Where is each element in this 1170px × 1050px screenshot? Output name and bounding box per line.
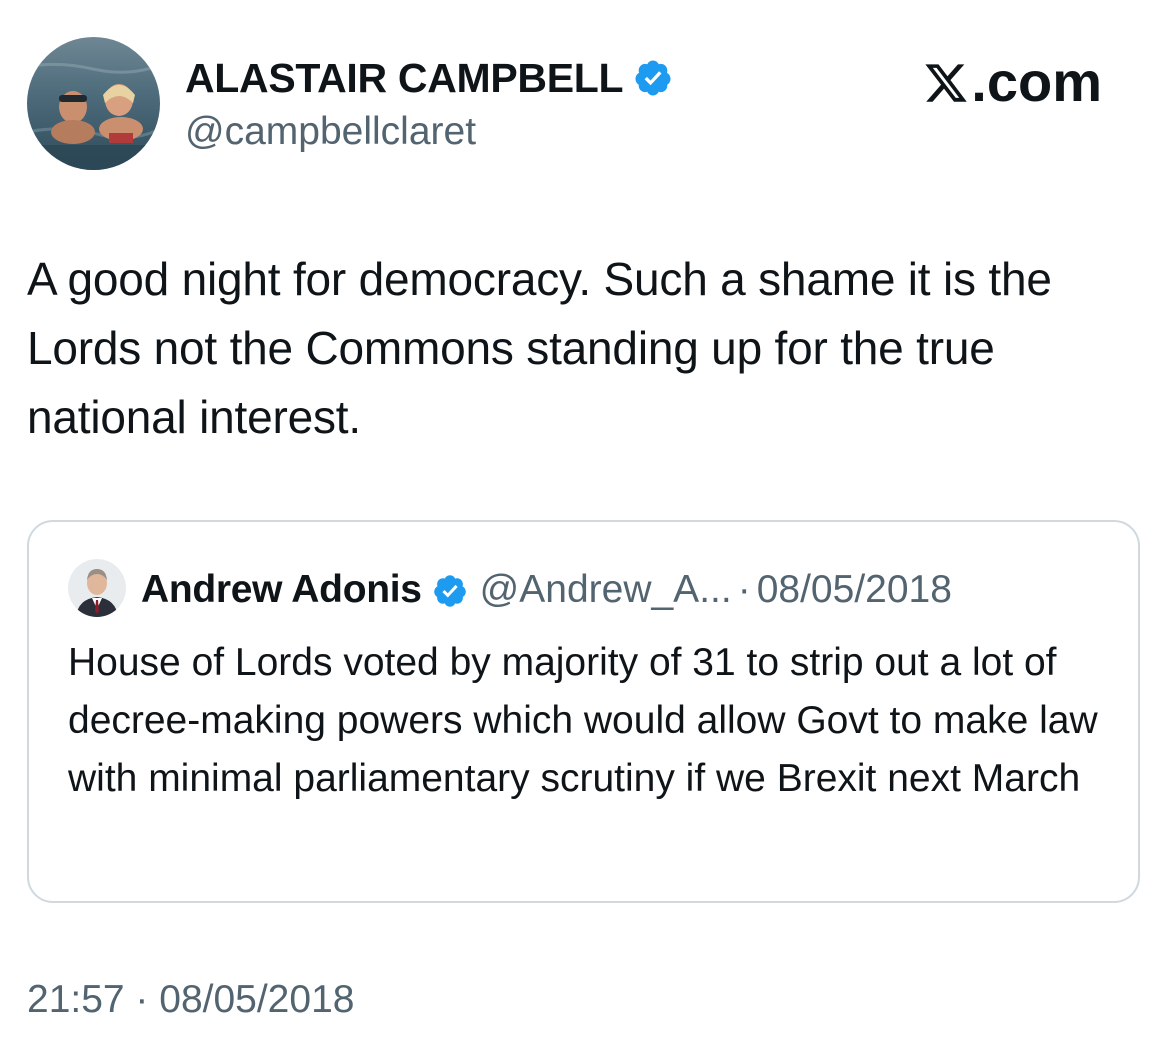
author-handle[interactable]: @campbellclaret	[185, 108, 476, 156]
quoted-author-avatar[interactable]	[68, 559, 126, 617]
quoted-author-name[interactable]: Andrew Adonis	[141, 565, 422, 615]
x-logo-icon	[923, 57, 969, 107]
quoted-author-avatar-image	[68, 559, 126, 617]
quoted-tweet-header: Andrew Adonis @Andrew_A... · 08/05/2018	[141, 565, 952, 615]
quoted-separator: ·	[737, 568, 751, 611]
brand-label: .com	[971, 50, 1102, 113]
quoted-tweet-text: House of Lords voted by majority of 31 t…	[68, 641, 1098, 800]
quoted-tweet-card[interactable]: Andrew Adonis @Andrew_A... · 08/05/2018 …	[27, 520, 1140, 903]
author-name[interactable]: ALASTAIR CAMPBELL	[185, 52, 624, 104]
tweet-timestamp[interactable]: 21:57 · 08/05/2018	[27, 975, 354, 1025]
author-avatar-image	[27, 37, 160, 170]
tweet-text: A good night for democracy. Such a shame…	[27, 253, 1052, 443]
brand-watermark: .com	[923, 50, 1102, 114]
author-avatar[interactable]	[27, 37, 160, 170]
quoted-tweet-date[interactable]: 08/05/2018	[757, 565, 952, 615]
quoted-author-handle[interactable]: @Andrew_A...	[480, 565, 732, 615]
verified-badge-icon	[633, 58, 673, 98]
author-name-row[interactable]: ALASTAIR CAMPBELL	[185, 52, 673, 104]
quoted-verified-badge-icon	[432, 572, 468, 608]
